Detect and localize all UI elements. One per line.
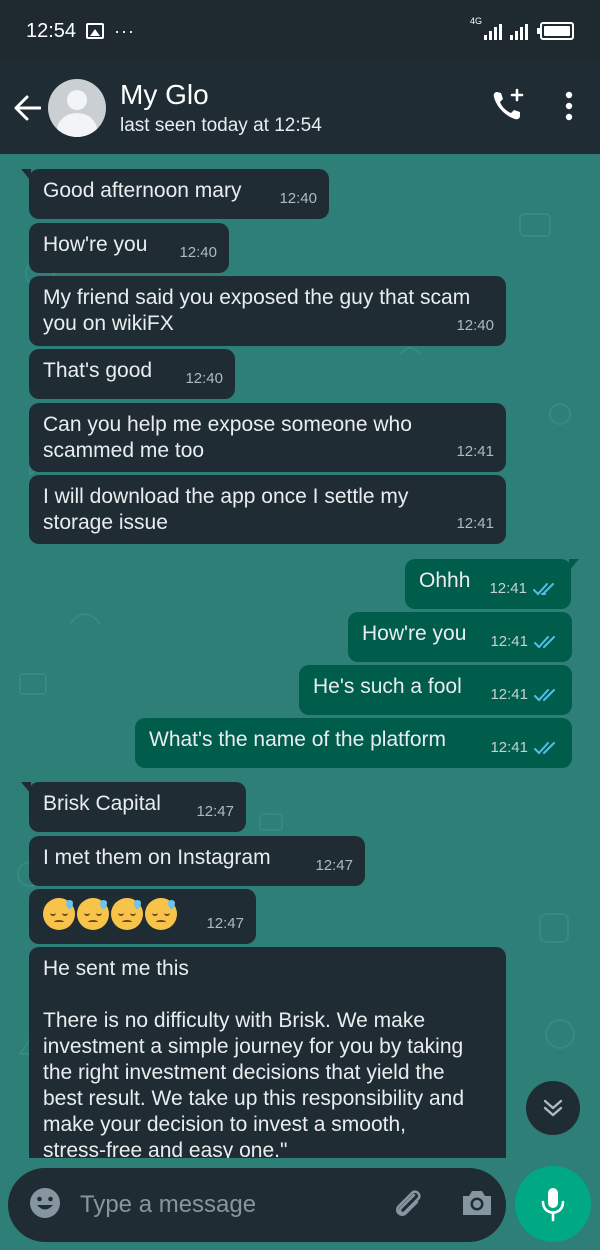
emoji-button[interactable]	[28, 1186, 62, 1225]
signal-icon-2	[510, 24, 528, 40]
chat-area[interactable]: Good afternoon mary 12:40 How're you 12:…	[0, 154, 600, 1158]
read-ticks-icon	[534, 742, 555, 755]
message-time: 12:40	[279, 190, 317, 207]
anxious-sweat-emoji-icon	[77, 898, 109, 930]
message-bubble-outgoing[interactable]: How're you 12:41	[348, 612, 572, 662]
camera-icon	[463, 1190, 491, 1215]
message-text: My friend said you exposed the guy that …	[43, 286, 477, 335]
image-notification-icon	[86, 23, 105, 39]
message-time: 12:40	[185, 370, 223, 387]
message-bubble-incoming[interactable]: I will download the app once I settle my…	[29, 475, 506, 544]
message-meta: 12:41	[490, 629, 560, 655]
message-bubble-incoming[interactable]: He sent me this There is no difficulty w…	[29, 947, 506, 1158]
anxious-sweat-emoji-icon	[111, 898, 143, 930]
message-text: I met them on Instagram	[43, 846, 271, 869]
message-time: 12:41	[456, 515, 494, 532]
message-bubble-incoming[interactable]: Good afternoon mary 12:40	[21, 169, 329, 219]
voice-message-button[interactable]	[515, 1166, 591, 1242]
message-bubble-incoming[interactable]: Brisk Capital 12:47	[21, 782, 246, 832]
message-meta: 12:41	[490, 735, 560, 761]
contact-name: My Glo	[120, 79, 209, 110]
chat-header: My Glo last seen today at 12:54	[0, 62, 600, 154]
anxious-sweat-emoji-icon	[145, 898, 177, 930]
signal-icon	[484, 24, 502, 40]
message-time: 12:40	[179, 244, 217, 261]
network-type: 4G	[469, 16, 482, 26]
contact-info[interactable]: My Glo last seen today at 12:54	[120, 79, 322, 137]
status-bar: 12:54 ··· 4G	[0, 0, 600, 62]
menu-button[interactable]	[564, 91, 574, 126]
message-bubble-outgoing[interactable]: He's such a fool 12:41	[299, 665, 572, 715]
battery-icon	[537, 22, 574, 40]
anxious-sweat-emoji-icon	[43, 898, 75, 930]
message-bubble-incoming[interactable]: How're you 12:40	[29, 223, 229, 273]
read-ticks-icon	[534, 689, 555, 702]
contact-status: last seen today at 12:54	[120, 115, 322, 136]
message-text: I will download the app once I settle my…	[43, 485, 415, 534]
avatar[interactable]	[48, 79, 106, 137]
message-time: 12:41	[490, 739, 528, 756]
message-bubble-outgoing[interactable]: What's the name of the platform 12:41	[135, 718, 572, 768]
message-bubble-incoming[interactable]: My friend said you exposed the guy that …	[29, 276, 506, 346]
message-bubble-outgoing[interactable]: Ohhh 12:41	[405, 559, 579, 609]
message-time: 12:41	[489, 580, 527, 597]
attach-button[interactable]	[390, 1185, 426, 1226]
message-input[interactable]	[80, 1191, 390, 1219]
message-meta: 12:41	[490, 682, 560, 708]
emoji-icon	[30, 1187, 60, 1218]
message-time: 12:47	[315, 857, 353, 874]
double-chevron-down-icon	[543, 1099, 563, 1117]
status-time: 12:54	[26, 19, 77, 42]
message-time: 12:40	[456, 317, 494, 334]
read-ticks-icon	[534, 636, 555, 649]
read-ticks-icon	[533, 583, 554, 596]
message-time: 12:41	[456, 443, 494, 460]
message-text: He sent me this There is no difficulty w…	[43, 957, 464, 1158]
message-time: 12:47	[206, 915, 244, 932]
message-meta: 12:41	[489, 576, 559, 602]
scroll-to-bottom-button[interactable]	[526, 1081, 580, 1135]
camera-button[interactable]	[460, 1188, 494, 1223]
message-text: Good afternoon mary	[43, 179, 242, 202]
arrow-left-icon	[14, 95, 41, 121]
more-notifications-icon: ···	[114, 20, 136, 41]
message-time: 12:47	[196, 803, 234, 820]
message-time: 12:41	[490, 633, 528, 650]
message-bubble-incoming[interactable]: That's good 12:40	[29, 349, 235, 399]
message-composer	[8, 1168, 506, 1242]
message-text: Can you help me expose someone who scamm…	[43, 413, 418, 462]
message-bubble-incoming[interactable]: I met them on Instagram 12:47	[29, 836, 365, 886]
message-time: 12:41	[490, 686, 528, 703]
message-bubble-incoming[interactable]: 12:47	[29, 889, 256, 944]
input-bar	[0, 1158, 600, 1250]
microphone-icon	[541, 1188, 565, 1222]
message-bubble-incoming[interactable]: Can you help me expose someone who scamm…	[29, 403, 506, 472]
back-button[interactable]	[0, 62, 54, 154]
paperclip-icon	[396, 1189, 421, 1216]
phone-plus-icon	[493, 88, 524, 119]
add-call-button[interactable]	[490, 88, 526, 129]
vertical-dots-icon	[565, 91, 573, 120]
